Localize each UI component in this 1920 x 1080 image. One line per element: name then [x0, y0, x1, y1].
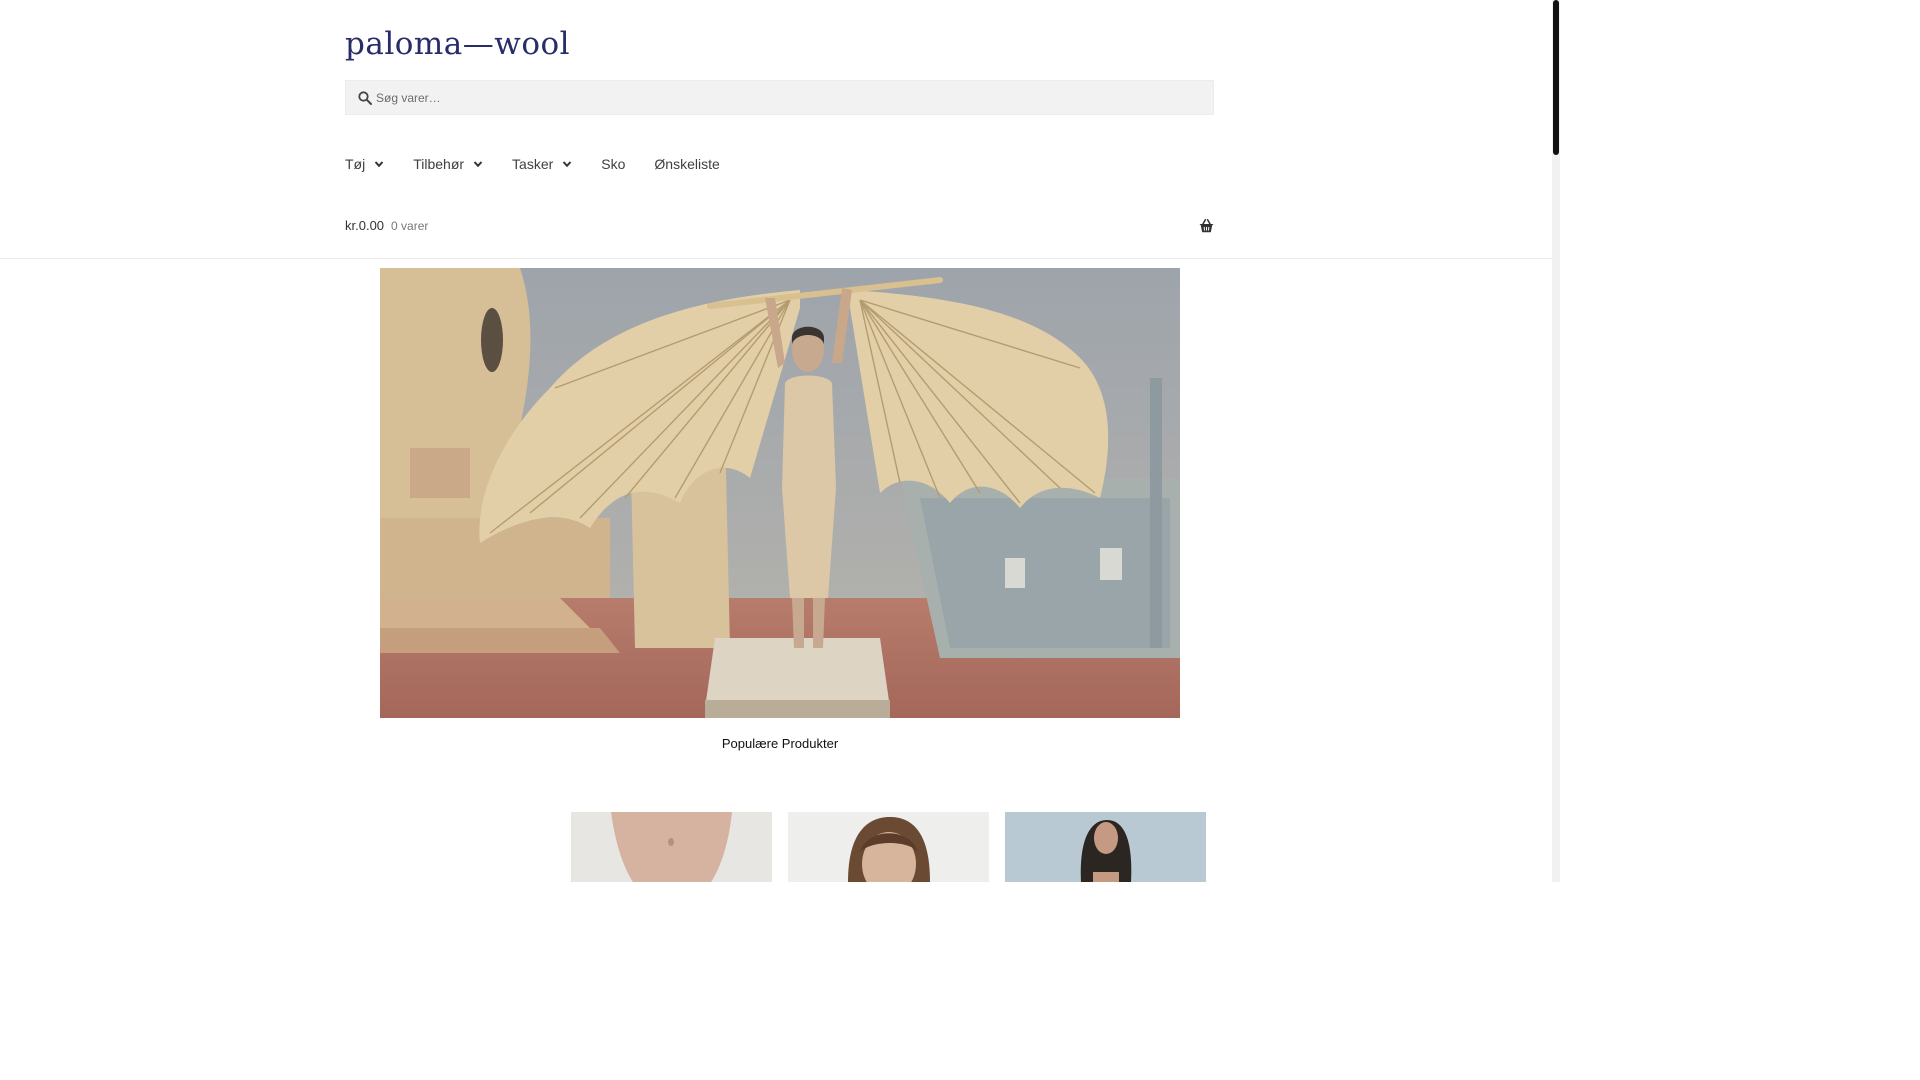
hero-image[interactable]	[380, 268, 1180, 718]
primary-nav: Tøj Tilbehør Tasker Sko Ønskeliste	[345, 152, 749, 176]
product-thumb-3[interactable]	[1005, 812, 1206, 882]
product-thumb-2[interactable]	[788, 812, 989, 882]
search-icon	[358, 91, 372, 105]
nav-item-label: Tøj	[345, 156, 366, 172]
product-thumb-1[interactable]	[571, 812, 772, 882]
scrollbar-thumb[interactable]	[1553, 0, 1559, 155]
scrollbar[interactable]	[1552, 0, 1560, 882]
chevron-down-icon	[374, 161, 384, 168]
nav-item-sko[interactable]: Sko	[601, 156, 625, 172]
nav-item-label: Ønskeliste	[654, 156, 720, 172]
search-input[interactable]	[376, 81, 1206, 114]
nav-item-toj[interactable]: Tøj	[345, 156, 384, 172]
nav-item-label: Tasker	[512, 156, 554, 172]
cart-amount: kr.0.00	[345, 218, 385, 233]
product-image	[571, 812, 772, 882]
product-image	[1005, 812, 1206, 882]
cart-count: 0 varer	[391, 219, 429, 233]
nav-item-label: Tilbehør	[413, 156, 465, 172]
nav-item-tilbehor[interactable]: Tilbehør	[413, 156, 483, 172]
nav-item-label: Sko	[601, 156, 626, 172]
site-header: paloma—wool Tøj Tilbehør Ta	[0, 0, 1560, 259]
nav-item-onskeliste[interactable]: Ønskeliste	[654, 156, 719, 172]
search-box[interactable]	[345, 80, 1214, 115]
chevron-down-icon	[563, 161, 572, 168]
product-image	[788, 812, 989, 882]
page: paloma—wool Tøj Tilbehør Ta	[0, 0, 1560, 882]
basket-icon[interactable]	[1199, 219, 1214, 233]
chevron-down-icon	[473, 161, 483, 168]
popular-products-title: Populære Produkter	[721, 736, 839, 751]
site-logo[interactable]: paloma—wool	[345, 26, 570, 62]
cart-summary[interactable]: kr.0.00 0 varer	[345, 218, 428, 233]
hero-illustration	[380, 268, 1180, 718]
nav-item-tasker[interactable]: Tasker	[512, 156, 572, 172]
